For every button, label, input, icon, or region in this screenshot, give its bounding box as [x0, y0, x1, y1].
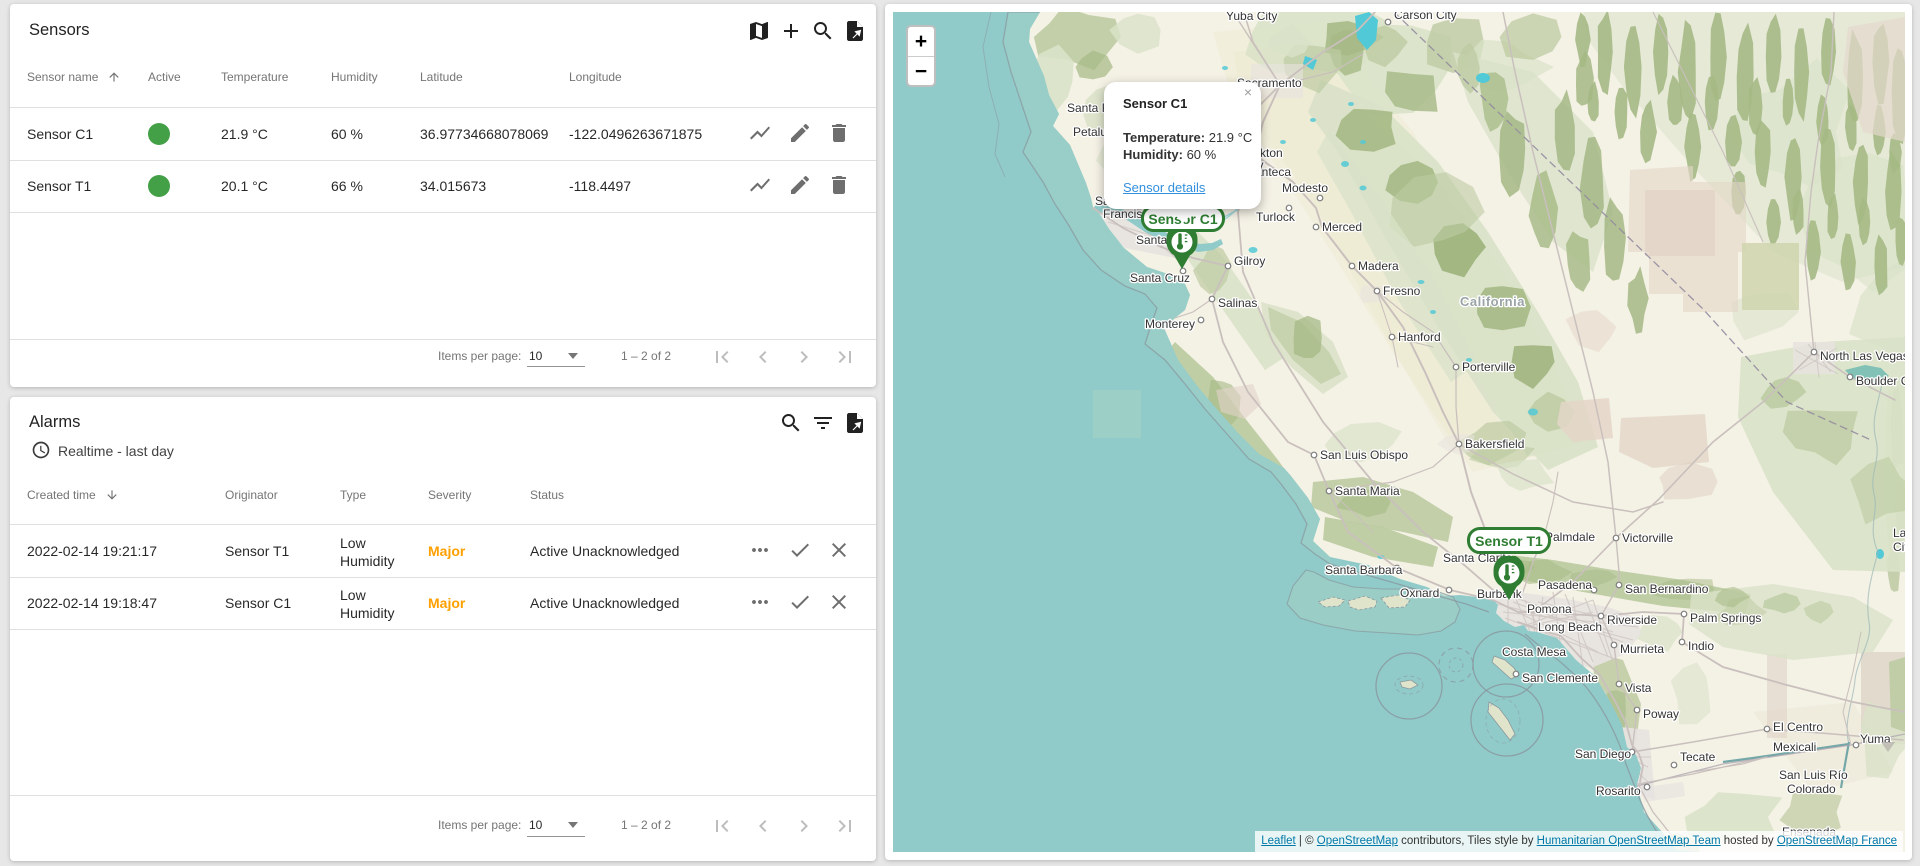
svg-text:Santa Barbara: Santa Barbara: [1325, 563, 1403, 577]
svg-text:Merced: Merced: [1322, 220, 1362, 234]
svg-text:Salinas: Salinas: [1218, 296, 1257, 310]
svg-text:Vista: Vista: [1625, 681, 1652, 695]
svg-text:Modesto: Modesto: [1282, 181, 1328, 195]
svg-text:Murrieta: Murrieta: [1620, 642, 1664, 656]
svg-text:Lak: Lak: [1893, 526, 1905, 540]
svg-text:Bakersfield: Bakersfield: [1465, 437, 1524, 451]
svg-text:Mexicali: Mexicali: [1773, 740, 1816, 754]
svg-text:Palm Springs: Palm Springs: [1690, 611, 1761, 625]
svg-text:North Las Vegas: North Las Vegas: [1820, 349, 1905, 363]
svg-text:Porterville: Porterville: [1462, 360, 1516, 374]
svg-text:Madera: Madera: [1358, 259, 1399, 273]
svg-text:San Diego: San Diego: [1575, 747, 1631, 761]
svg-text:Long Beach: Long Beach: [1538, 620, 1602, 634]
svg-text:California: California: [1460, 294, 1525, 309]
svg-text:Carson City: Carson City: [1394, 12, 1457, 22]
svg-text:San Clemente: San Clemente: [1522, 671, 1598, 685]
svg-text:San Luis Río: San Luis Río: [1779, 768, 1848, 782]
svg-text:Oxnard: Oxnard: [1400, 586, 1439, 600]
svg-text:San Luis Obispo: San Luis Obispo: [1320, 448, 1408, 462]
svg-text:Boulder City: Boulder City: [1856, 374, 1905, 388]
svg-text:Riverside: Riverside: [1607, 613, 1657, 627]
svg-text:Colorado: Colorado: [1787, 782, 1836, 796]
svg-text:Hanford: Hanford: [1398, 330, 1441, 344]
svg-text:Gilroy: Gilroy: [1234, 254, 1265, 268]
svg-text:Indio: Indio: [1688, 639, 1714, 653]
svg-text:Costa Mesa: Costa Mesa: [1502, 645, 1566, 659]
svg-text:San Bernardino: San Bernardino: [1625, 582, 1709, 596]
svg-text:Tecate: Tecate: [1680, 750, 1716, 764]
svg-text:Victorville: Victorville: [1622, 531, 1673, 545]
svg-text:Cit: Cit: [1893, 540, 1905, 554]
svg-text:Turlock: Turlock: [1256, 210, 1296, 224]
svg-text:Palmdale: Palmdale: [1545, 530, 1595, 544]
svg-text:Rosarito: Rosarito: [1596, 784, 1641, 798]
svg-text:Monterey: Monterey: [1145, 317, 1195, 331]
svg-text:Poway: Poway: [1643, 707, 1679, 721]
svg-text:El Centro: El Centro: [1773, 720, 1823, 734]
svg-text:Yuba City: Yuba City: [1226, 12, 1277, 23]
svg-text:Santa Maria: Santa Maria: [1335, 484, 1400, 498]
svg-text:Fresno: Fresno: [1383, 284, 1421, 298]
